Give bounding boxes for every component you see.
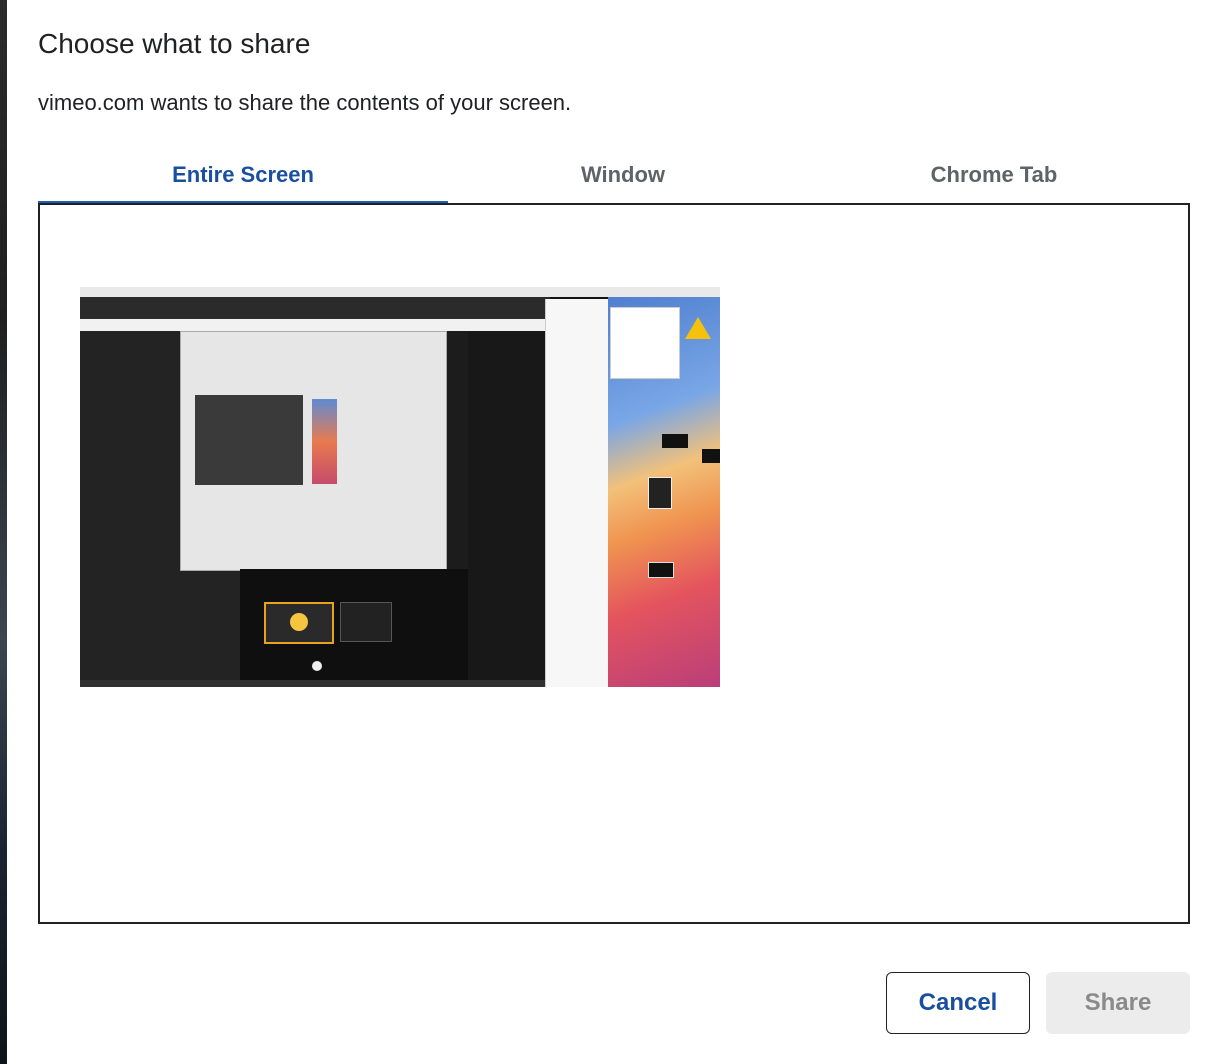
desktop-file-icon [648,477,672,509]
thumbnail-menu-bar [80,287,720,297]
tab-chrome-tab[interactable]: Chrome Tab [798,148,1190,202]
dialog-subtitle: vimeo.com wants to share the contents of… [38,90,572,115]
share-button[interactable]: Share [1046,972,1190,1034]
desktop-file-icon [648,562,674,578]
source-list-panel [38,203,1190,924]
thumbnail-nested-preview [195,395,303,485]
desktop-file-icon [662,434,688,448]
thumbnail-cursor-icon [312,661,322,671]
background-window-edge [0,0,7,1064]
thumbnail-browser-window [545,299,611,687]
warning-icon [685,317,711,339]
tab-window[interactable]: Window [448,148,798,202]
tab-entire-screen[interactable]: Entire Screen [38,148,448,205]
desktop-file-icon [702,449,720,463]
thumbnail-tab-strip [80,297,550,319]
share-source-tabs: Entire Screen Window Chrome Tab [38,148,1190,206]
dialog-title: Choose what to share [38,28,311,59]
thumbnail-url-bar [80,319,550,331]
thumbnail-card [340,602,392,642]
screen-thumbnail[interactable] [80,287,720,687]
thumbnail-nested-wallpaper [312,399,337,484]
thumbnail-card-selected [264,602,334,644]
thumbnail-bottom-strip [80,680,545,687]
cancel-button[interactable]: Cancel [886,972,1030,1034]
thumbnail-notification [610,307,680,379]
thumbnail-right-panel [468,331,546,687]
